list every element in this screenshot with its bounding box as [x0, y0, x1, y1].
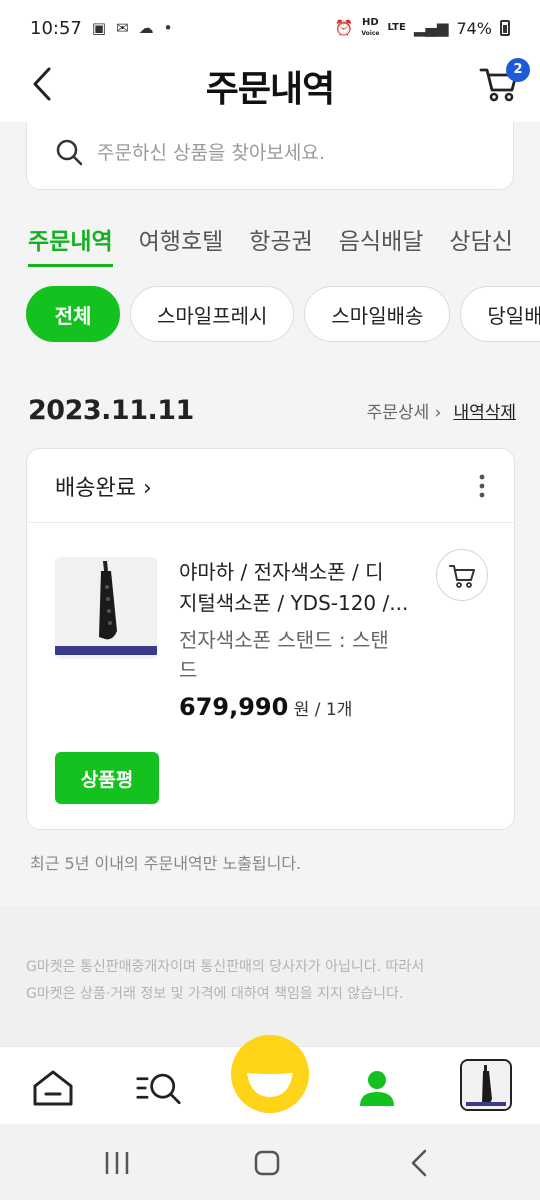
chevron-left-icon: [411, 1149, 427, 1177]
product-option: 전자색소폰 스탠드 : 스탠 드: [179, 628, 389, 682]
notification-icon: ✉: [116, 19, 129, 37]
footer-disclaimer: G마켓은 통신판매중개자이며 통신판매의 당사자가 아닙니다. 따라서 G마켓은…: [26, 959, 425, 1002]
chip-smile-fresh[interactable]: 스마일프레시: [130, 286, 295, 342]
home-nav-button[interactable]: [252, 1148, 282, 1178]
chip-all[interactable]: 전체: [26, 286, 120, 342]
battery-percent: 74%: [456, 18, 492, 38]
tab-travel-hotel[interactable]: 여행호텔: [139, 222, 224, 267]
tab-food-delivery[interactable]: 음식배달: [339, 222, 424, 267]
bottom-navigation: [0, 1035, 540, 1124]
signal-icon: ▂▄▆: [413, 19, 449, 37]
status-time: 10:57: [30, 17, 82, 39]
history-notice: 최근 5년 이내의 주문내역만 노출됩니다.: [30, 854, 302, 873]
brand-band: [55, 646, 157, 655]
saxophone-image: [55, 557, 157, 659]
cloud-icon: ☁: [138, 19, 154, 37]
product-name[interactable]: 야마하 / 전자색소폰 / 디 지털색소폰 / YDS-120 /...: [179, 557, 429, 619]
smile-button[interactable]: [231, 1035, 309, 1113]
main-content: 주문하신 상품을 찾아보세요. 주문내역 여행호텔 항공권 음식배달 상담신 전…: [0, 122, 540, 1046]
product-thumbnail[interactable]: [55, 557, 157, 659]
saxophone-image: [462, 1061, 510, 1109]
hd-voice-indicator: HD Voice: [361, 16, 380, 37]
order-search-bar[interactable]: 주문하신 상품을 찾아보세요.: [26, 122, 514, 190]
add-to-cart-button[interactable]: [436, 549, 488, 601]
dot-icon: •: [163, 19, 173, 37]
order-card: 배송완료 › 야마하 / 전자색소폰 / 디 지털색소폰 / YDS-120 /…: [26, 448, 515, 830]
category-tabs: 주문내역 여행호텔 항공권 음식배달 상담신: [28, 222, 513, 267]
order-detail-link[interactable]: 주문상세 ›: [367, 398, 442, 423]
alarm-icon: ⏰: [334, 19, 354, 37]
recent-apps-button[interactable]: [100, 1148, 134, 1178]
system-navigation-bar: [0, 1124, 540, 1200]
chip-smile-delivery[interactable]: 스마일배송: [304, 286, 451, 342]
lte-indicator: LTE: [387, 22, 406, 33]
search-list-icon: [136, 1073, 181, 1105]
recent-apps-icon: [105, 1152, 129, 1174]
cart-count-badge: 2: [506, 58, 530, 82]
nav-my-page[interactable]: [354, 1065, 400, 1111]
page-title: 주문내역: [205, 69, 335, 110]
filter-chips: 전체 스마일프레시 스마일배송 당일배: [26, 286, 540, 342]
battery-icon: [500, 20, 510, 36]
user-icon: [360, 1071, 394, 1106]
nav-home[interactable]: [30, 1065, 76, 1111]
order-date-row: 2023.11.11 주문상세 › 내역삭제: [28, 392, 516, 428]
search-input[interactable]: 주문하신 상품을 찾아보세요.: [97, 138, 325, 165]
delete-history-link[interactable]: 내역삭제: [453, 398, 516, 423]
gallery-icon: ▣: [91, 19, 107, 37]
price-unit: 원 / 1개: [293, 700, 353, 720]
chip-same-day[interactable]: 당일배: [460, 286, 540, 342]
product-price: 679,990: [179, 693, 289, 721]
home-icon: [33, 1070, 73, 1106]
home-square-icon: [254, 1150, 280, 1176]
review-button[interactable]: 상품평: [55, 752, 159, 804]
status-bar: 10:57 ▣ ✉ ☁ • ⏰ HD Voice LTE ▂▄▆ 74%: [0, 0, 540, 56]
app-header: 주문내역 2: [0, 56, 540, 122]
smile-icon: [231, 1035, 309, 1113]
delivery-status[interactable]: 배송완료 ›: [55, 470, 152, 502]
tab-flights[interactable]: 항공권: [249, 222, 312, 267]
price-row: 679,990 원 / 1개: [179, 693, 352, 721]
order-date: 2023.11.11: [28, 394, 194, 426]
nav-category-search[interactable]: [136, 1065, 182, 1111]
tab-consultation[interactable]: 상담신: [449, 222, 512, 267]
back-nav-button[interactable]: [406, 1148, 432, 1178]
recent-product-thumb[interactable]: [460, 1059, 512, 1111]
cart-icon: [449, 565, 475, 588]
search-icon: [56, 139, 83, 165]
more-options-icon[interactable]: [472, 471, 492, 501]
tab-order-history[interactable]: 주문내역: [28, 222, 113, 267]
order-card-header[interactable]: 배송완료 ›: [27, 449, 514, 523]
